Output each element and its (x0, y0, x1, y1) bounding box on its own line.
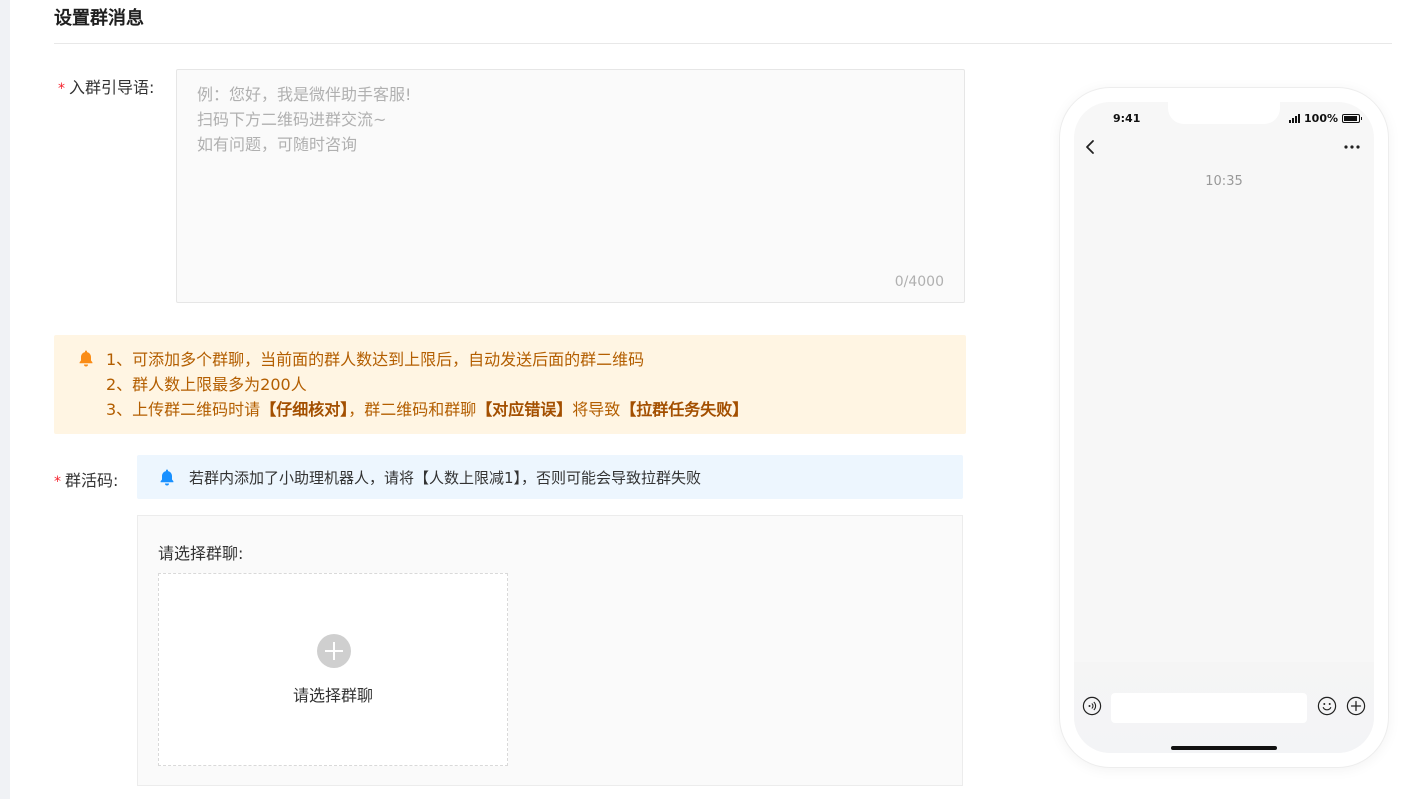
group-code-label-text: 群活码: (65, 471, 119, 490)
home-indicator (1171, 746, 1277, 750)
plus-icon[interactable] (1346, 696, 1366, 716)
select-group-button[interactable]: 请选择群聊 (158, 573, 508, 766)
chat-message-input[interactable] (1111, 693, 1307, 723)
select-group-label: 请选择群聊: (158, 544, 244, 563)
phone-notch (1168, 102, 1280, 124)
battery-percent: 100% (1304, 112, 1338, 125)
chevron-left-icon[interactable] (1082, 138, 1098, 156)
select-group-button-label: 请选择群聊 (292, 686, 373, 705)
welcome-label: * 入群引导语: (58, 74, 154, 98)
notice-emphasis: 【仔细核对】 (260, 400, 349, 419)
group-code-label: * 群活码: (54, 467, 118, 491)
bell-icon (79, 350, 93, 367)
signal-icon (1289, 114, 1301, 123)
section-title: 设置群消息 (54, 8, 144, 29)
notice-line-1: 1、可添加多个群聊，当前面的群人数达到上限后，自动发送后面的群二维码 (106, 350, 645, 369)
bell-icon (160, 469, 174, 486)
voice-icon[interactable] (1082, 696, 1102, 716)
phone-screen: 9:41 100% 10:35 (1074, 102, 1374, 753)
required-mark: * (54, 474, 61, 490)
welcome-textarea[interactable] (177, 70, 964, 302)
plus-circle-icon (317, 634, 351, 668)
notice-text: 3、上传群二维码时请 (106, 400, 261, 419)
chat-input-bar (1074, 662, 1374, 753)
notice-text: 将导致 (572, 400, 621, 419)
required-mark: * (58, 81, 65, 97)
more-dots-icon[interactable] (1342, 140, 1362, 154)
notice-emphasis: 【对应错误】 (476, 400, 573, 419)
notice-text: ，群二维码和群聊 (348, 400, 477, 419)
notice-lines: 1、可添加多个群聊，当前面的群人数达到上限后，自动发送后面的群二维码 2、群人数… (106, 347, 748, 422)
welcome-textarea-box: 0/4000 (176, 69, 965, 303)
battery-icon (1342, 114, 1362, 123)
status-indicators: 100% (1289, 112, 1362, 125)
notice-line-3: 3、上传群二维码时请【仔细核对】，群二维码和群聊【对应错误】将导致【拉群任务失败… (106, 397, 748, 422)
notice-box: 1、可添加多个群聊，当前面的群人数达到上限后，自动发送后面的群二维码 2、群人数… (54, 335, 966, 434)
emoji-icon[interactable] (1317, 696, 1337, 716)
group-select-panel: 请选择群聊: 请选择群聊 (137, 515, 963, 786)
status-time: 9:41 (1113, 112, 1141, 125)
notice-line-2: 2、群人数上限最多为200人 (106, 375, 307, 394)
char-counter: 0/4000 (894, 274, 944, 290)
chat-timestamp: 10:35 (1205, 174, 1243, 189)
section-divider (54, 43, 1392, 44)
info-tip-text: 若群内添加了小助理机器人，请将【人数上限减1】，否则可能会导致拉群失败 (189, 469, 702, 487)
info-tip-box: 若群内添加了小助理机器人，请将【人数上限减1】，否则可能会导致拉群失败 (137, 455, 963, 499)
welcome-label-text: 入群引导语: (69, 78, 155, 97)
notice-emphasis: 【拉群任务失败】 (620, 400, 749, 419)
left-gutter (0, 0, 10, 799)
phone-preview: 9:41 100% 10:35 (1060, 88, 1388, 767)
